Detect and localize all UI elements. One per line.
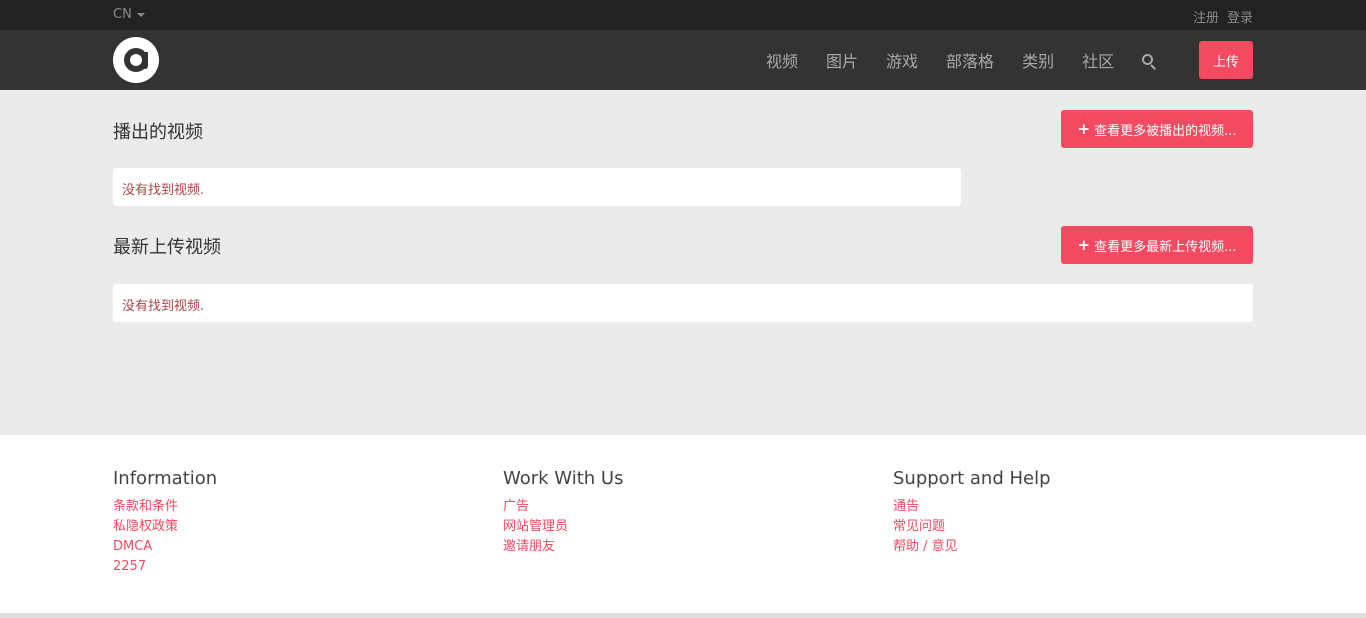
footer-heading: Support and Help (893, 468, 1051, 489)
footer-link-announcements[interactable]: 通告 (893, 497, 1051, 517)
search-icon[interactable] (1134, 30, 1162, 90)
more-featured-label: 查看更多被播出的视频... (1094, 123, 1237, 139)
nav-menu: 视频 图片 游戏 部落格 类别 社区 (752, 30, 1162, 90)
footer-link-advertising[interactable]: 广告 (503, 497, 623, 517)
footer-link-dmca[interactable]: DMCA (113, 537, 217, 557)
nav-item-images[interactable]: 图片 (812, 48, 872, 72)
footer-link-2257[interactable]: 2257 (113, 557, 217, 577)
empty-latest-message: 没有找到视频. (113, 284, 1253, 322)
register-link[interactable]: 注册 (1193, 7, 1219, 26)
main-navbar: 视频 图片 游戏 部落格 类别 社区 上传 (0, 30, 1366, 90)
nav-item-games[interactable]: 游戏 (872, 48, 932, 72)
site-logo[interactable] (113, 37, 159, 83)
footer-heading: Work With Us (503, 468, 624, 489)
upload-button[interactable]: 上传 (1199, 41, 1253, 79)
language-label: CN (113, 7, 132, 22)
more-latest-button[interactable]: + 查看更多最新上传视频... (1061, 226, 1253, 264)
nav-item-community[interactable]: 社区 (1068, 48, 1128, 72)
footer-link-terms[interactable]: 条款和条件 (113, 497, 217, 517)
section-title-featured: 播出的视频 (113, 122, 203, 143)
nav-item-categories[interactable]: 类别 (1008, 48, 1068, 72)
footer-link-webmasters[interactable]: 网站管理员 (503, 517, 623, 537)
nav-item-blogs[interactable]: 部落格 (932, 48, 1008, 72)
logo-tail (142, 52, 148, 69)
footer-link-privacy[interactable]: 私隐权政策 (113, 517, 217, 537)
login-link[interactable]: 登录 (1227, 7, 1253, 26)
section-title-latest: 最新上传视频 (113, 237, 221, 258)
footer-heading: Information (113, 468, 218, 489)
footer: Information 条款和条件 私隐权政策 DMCA 2257 Work W… (0, 435, 1366, 613)
footer-bottom-strip (0, 613, 1366, 618)
language-selector[interactable]: CN (113, 7, 145, 22)
nav-item-videos[interactable]: 视频 (752, 48, 812, 72)
footer-link-faq[interactable]: 常见问题 (893, 517, 1051, 537)
footer-column-support: Support and Help 通告 常见问题 帮助 / 意见 (893, 468, 1051, 557)
empty-featured-message: 没有找到视频. (113, 168, 961, 206)
plus-icon: + (1077, 120, 1091, 138)
more-latest-label: 查看更多最新上传视频... (1094, 239, 1237, 255)
auth-links: 注册 登录 (1193, 7, 1253, 26)
caret-down-icon (136, 12, 145, 17)
top-bar: CN 注册 登录 (0, 0, 1366, 30)
more-featured-button[interactable]: + 查看更多被播出的视频... (1061, 110, 1253, 148)
plus-icon: + (1077, 236, 1091, 254)
footer-link-invite-friends[interactable]: 邀请朋友 (503, 537, 623, 557)
footer-link-help-feedback[interactable]: 帮助 / 意见 (893, 537, 1051, 557)
footer-column-work-with-us: Work With Us 广告 网站管理员 邀请朋友 (503, 468, 623, 557)
footer-column-information: Information 条款和条件 私隐权政策 DMCA 2257 (113, 468, 217, 577)
